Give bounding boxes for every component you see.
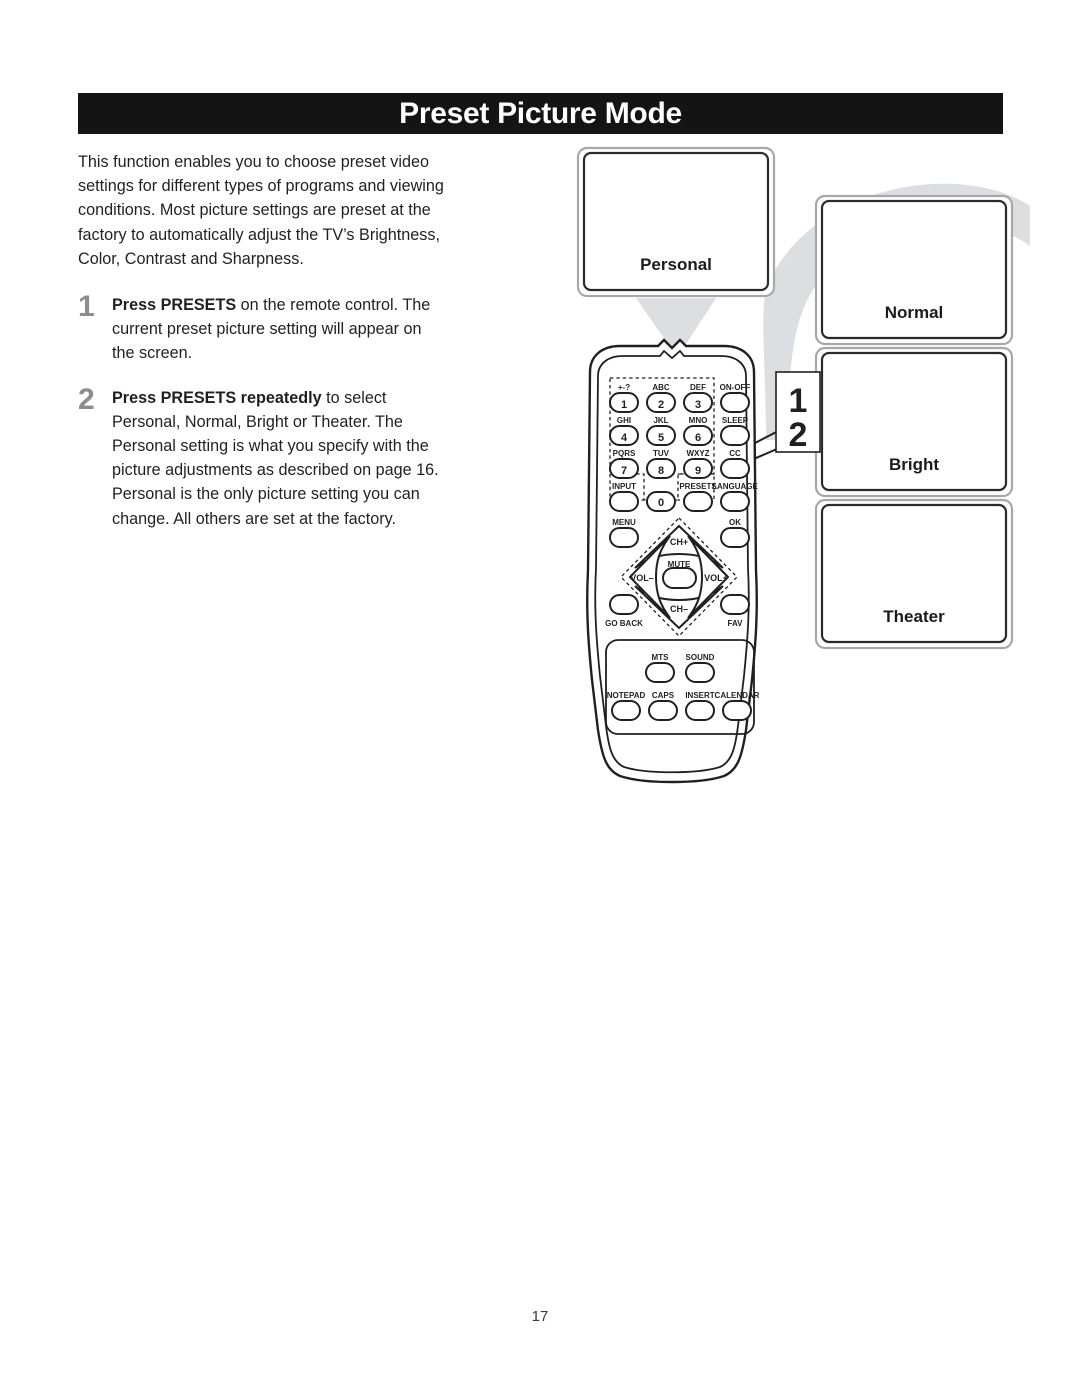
svg-text:MENU: MENU xyxy=(612,518,636,527)
keypad-button-0[interactable]: 0 xyxy=(646,491,676,512)
svg-text:ABC: ABC xyxy=(652,383,670,392)
svg-text:8: 8 xyxy=(658,465,664,477)
svg-text:GHI: GHI xyxy=(617,416,631,425)
remote-button-menu[interactable]: MENU xyxy=(609,518,639,548)
remote-button-insert[interactable]: INSERT xyxy=(685,691,715,721)
svg-text:INPUT: INPUT xyxy=(612,482,636,491)
tv-label-personal: Personal xyxy=(640,255,712,274)
tv-label-normal: Normal xyxy=(884,303,944,322)
remote-button-on-off[interactable]: ON-OFF xyxy=(720,383,751,413)
instructions-column: This function enables you to choose pres… xyxy=(78,150,448,551)
step-2-text: Press PRESETS repeatedly to select Perso… xyxy=(112,386,448,531)
svg-text:MNO: MNO xyxy=(689,416,708,425)
intro-paragraph: This function enables you to choose pres… xyxy=(78,153,444,268)
svg-text:CH–: CH– xyxy=(670,604,688,614)
svg-text:3: 3 xyxy=(695,399,701,411)
svg-text:4: 4 xyxy=(621,432,628,444)
tv-label-bright: Bright xyxy=(888,455,940,474)
remote-button-input[interactable]: INPUT xyxy=(609,482,639,512)
step-2-rest: to select Personal, Normal, Bright or Th… xyxy=(112,388,439,528)
callout-number-1: 1 xyxy=(789,382,808,420)
page-title: Preset Picture Mode xyxy=(399,96,682,130)
svg-text:NOTEPAD: NOTEPAD xyxy=(607,691,646,700)
svg-text:CH+: CH+ xyxy=(670,537,688,547)
svg-text:6: 6 xyxy=(695,432,701,444)
svg-text:CC: CC xyxy=(729,449,741,458)
svg-text:GO BACK: GO BACK xyxy=(605,619,643,628)
svg-text:LANGUAGE: LANGUAGE xyxy=(712,482,758,491)
svg-text:PQRS: PQRS xyxy=(613,449,636,458)
svg-text:9: 9 xyxy=(695,465,701,477)
keypad-button-9[interactable]: WXYZ 9 xyxy=(683,449,713,479)
svg-text:ON-OFF: ON-OFF xyxy=(720,383,751,392)
remote-button-sound[interactable]: SOUND xyxy=(685,653,715,683)
svg-text:7: 7 xyxy=(621,465,627,477)
svg-text:VOL+: VOL+ xyxy=(704,573,728,583)
remote-button-sleep[interactable]: SLEEP xyxy=(720,416,750,446)
page-number: 17 xyxy=(531,1308,549,1325)
step-2-number: 2 xyxy=(78,382,95,416)
svg-text:CALENDAR: CALENDAR xyxy=(715,691,760,700)
step-1-bold: Press PRESETS xyxy=(112,296,237,315)
svg-text:FAV: FAV xyxy=(728,619,744,628)
svg-text:VOL–: VOL– xyxy=(630,573,654,583)
step-2-bold: Press PRESETS repeatedly xyxy=(112,388,322,407)
tv-label-theater: Theater xyxy=(883,607,945,626)
svg-text:MTS: MTS xyxy=(652,653,670,662)
step-1-number: 1 xyxy=(78,290,95,324)
remote-button-notepad[interactable]: NOTEPAD xyxy=(607,691,646,721)
svg-text:2: 2 xyxy=(658,399,664,411)
remote-button-caps[interactable]: CAPS xyxy=(648,691,678,721)
svg-text:INSERT: INSERT xyxy=(685,691,714,700)
svg-text:+-?: +-? xyxy=(618,383,630,392)
svg-text:SOUND: SOUND xyxy=(686,653,715,662)
callout-number-2: 2 xyxy=(789,416,808,454)
svg-text:TUV: TUV xyxy=(653,449,670,458)
svg-text:0: 0 xyxy=(658,497,664,509)
callout-step-box: 1 2 xyxy=(775,371,821,454)
svg-text:CAPS: CAPS xyxy=(652,691,675,700)
svg-text:JKL: JKL xyxy=(653,416,668,425)
step-1: 1 Press PRESETS on the remote control. T… xyxy=(78,290,448,366)
page-title-bar: Preset Picture Mode xyxy=(78,93,1003,134)
step-2: 2 Press PRESETS repeatedly to select Per… xyxy=(78,382,448,531)
ir-beam-cone xyxy=(636,298,716,350)
illustration-svg: .sc-out { fill:#ffffff; stroke:#a8a8a8; … xyxy=(576,146,1030,784)
svg-text:WXYZ: WXYZ xyxy=(686,449,709,458)
keypad-button-7[interactable]: PQRS 7 xyxy=(609,449,639,479)
svg-text:5: 5 xyxy=(658,432,664,444)
svg-text:MUTE: MUTE xyxy=(668,560,691,569)
svg-text:OK: OK xyxy=(729,518,741,527)
remote-control-graphic: +-? 1 ABC 2 DEF 3 ON-OFF GHI 4 JKL 5 MNO… xyxy=(586,338,760,784)
svg-text:SLEEP: SLEEP xyxy=(722,416,749,425)
svg-text:1: 1 xyxy=(621,399,627,411)
svg-text:DEF: DEF xyxy=(690,383,706,392)
step-1-text: Press PRESETS on the remote control. The… xyxy=(112,293,448,366)
preset-picture-illustration: .sc-out { fill:#ffffff; stroke:#a8a8a8; … xyxy=(560,140,1030,820)
